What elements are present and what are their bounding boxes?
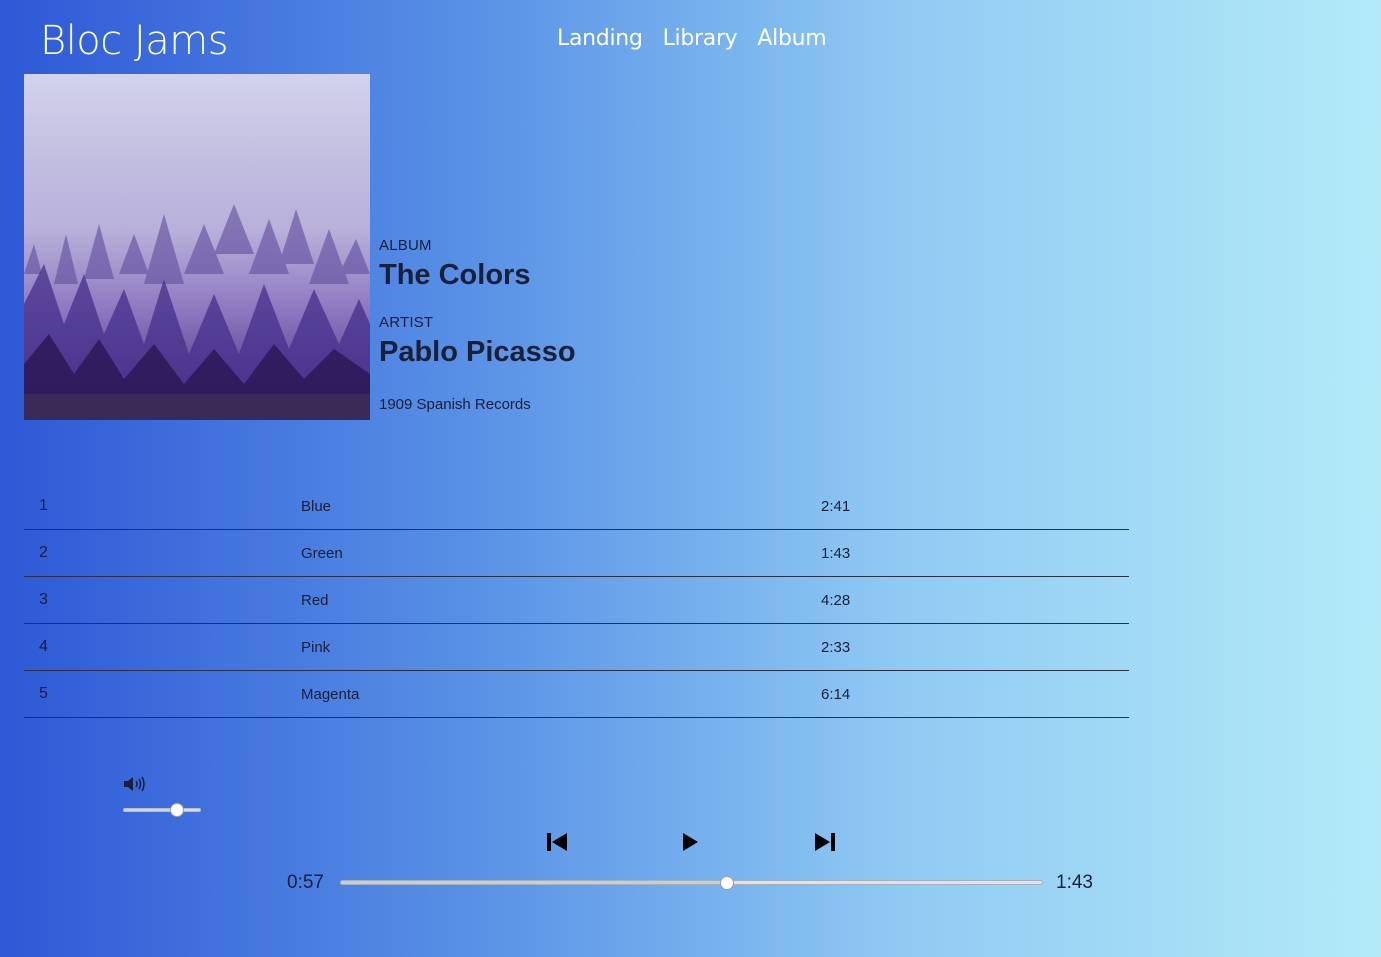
play-icon[interactable] — [676, 828, 704, 856]
song-row[interactable]: 5 Magenta 6:14 — [24, 671, 1129, 718]
song-number[interactable]: 5 — [24, 685, 301, 703]
seek-bar-thumb[interactable] — [719, 875, 734, 890]
song-row[interactable]: 3 Red 4:28 — [24, 577, 1129, 624]
song-number[interactable]: 2 — [24, 544, 301, 562]
song-list: 1 Blue 2:41 2 Green 1:43 3 Red 4:28 4 Pi… — [24, 483, 1129, 718]
player-controls — [0, 828, 1381, 856]
song-title: Magenta — [301, 685, 360, 703]
artist-label: ARTIST — [379, 314, 434, 331]
song-number[interactable]: 1 — [24, 497, 301, 515]
album-label: ALBUM — [379, 237, 432, 254]
volume-icon[interactable] — [123, 774, 147, 794]
artist-name: Pablo Picasso — [379, 336, 576, 368]
song-duration: 4:28 — [821, 591, 851, 609]
seek-bar[interactable] — [340, 875, 1043, 890]
nav-link-library[interactable]: Library — [663, 26, 738, 51]
volume-control — [123, 774, 201, 817]
song-title: Pink — [301, 638, 331, 656]
song-row[interactable]: 1 Blue 2:41 — [24, 483, 1129, 530]
song-title: Green — [301, 544, 343, 562]
current-time: 0:57 — [287, 872, 324, 893]
song-duration: 6:14 — [821, 685, 851, 703]
song-duration: 2:41 — [821, 497, 851, 515]
skip-previous-icon[interactable] — [543, 828, 571, 856]
main-nav: Landing Library Album — [557, 26, 827, 51]
song-duration: 2:33 — [821, 638, 851, 656]
total-time: 1:43 — [1056, 872, 1093, 893]
album-release-info: 1909 Spanish Records — [379, 396, 531, 413]
song-row[interactable]: 2 Green 1:43 — [24, 530, 1129, 577]
album-details: ALBUM The Colors ARTIST Pablo Picasso 19… — [379, 237, 779, 413]
song-duration: 1:43 — [821, 544, 851, 562]
song-row[interactable]: 4 Pink 2:33 — [24, 624, 1129, 671]
volume-slider-thumb[interactable] — [170, 803, 185, 817]
song-title: Blue — [301, 497, 332, 515]
song-number[interactable]: 4 — [24, 638, 301, 656]
album-cover-art — [24, 74, 370, 420]
seek-bar-fill — [341, 881, 727, 884]
seek-bar-row: 0:57 1:43 — [0, 868, 1381, 898]
skip-next-icon[interactable] — [811, 828, 839, 856]
song-title: Red — [301, 591, 329, 609]
brand-logo[interactable]: Bloc Jams — [40, 18, 229, 64]
volume-slider[interactable] — [123, 803, 201, 817]
nav-link-landing[interactable]: Landing — [557, 26, 643, 51]
song-number[interactable]: 3 — [24, 591, 301, 609]
nav-link-album[interactable]: Album — [757, 26, 826, 51]
album-title: The Colors — [379, 259, 531, 291]
